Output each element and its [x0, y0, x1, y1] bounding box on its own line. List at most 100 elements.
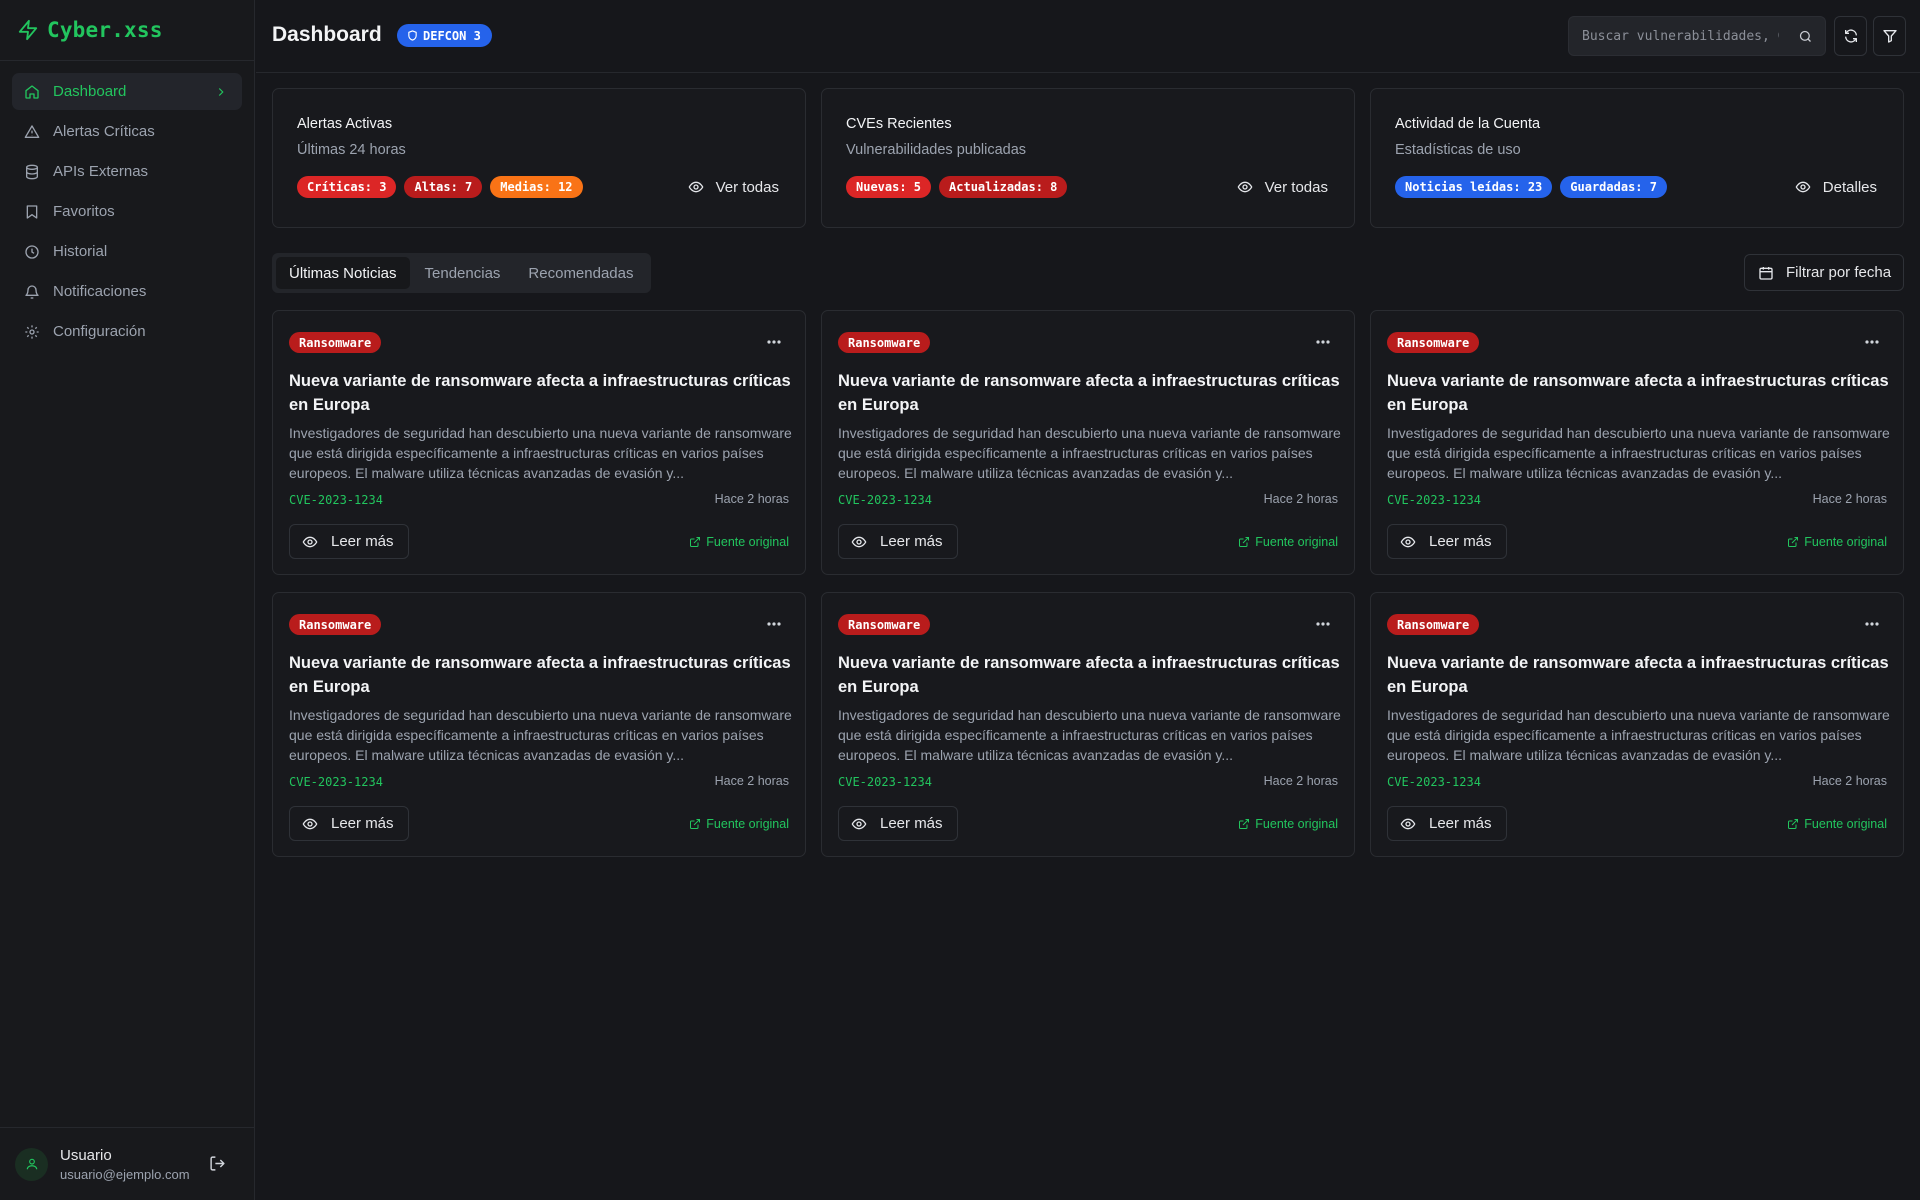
source-link[interactable]: Fuente original — [689, 817, 789, 831]
source-link[interactable]: Fuente original — [1238, 535, 1338, 549]
more-options-icon[interactable] — [1316, 340, 1330, 344]
news-card: Ransomware Nueva variante de ransomware … — [821, 592, 1355, 857]
search-box — [1568, 16, 1826, 56]
eye-icon — [688, 179, 704, 195]
user-info: Usuario usuario@ejemplo.com — [60, 1147, 190, 1182]
sidebar-item-label: Notificaciones — [53, 283, 147, 300]
ver-todas-button[interactable]: Ver todas — [688, 175, 779, 199]
lightning-icon — [17, 19, 39, 41]
brand[interactable]: Cyber.xss — [0, 0, 254, 61]
bookmark-icon — [24, 204, 40, 220]
tab-tendencias[interactable]: Tendencias — [412, 257, 514, 289]
news-description: Investigadores de seguridad han descubie… — [289, 425, 792, 481]
refresh-icon — [1843, 28, 1859, 44]
eye-icon — [1237, 179, 1253, 195]
category-badge: Ransomware — [1387, 614, 1480, 635]
sidebar-nav: Dashboard Alertas Críticas APIs Externas… — [0, 61, 254, 350]
news-time: Hace 2 horas — [1812, 492, 1887, 506]
bell-icon — [24, 284, 40, 300]
date-filter-button[interactable]: Filtrar por fecha — [1744, 254, 1904, 291]
status-badge: Medias: 12 — [490, 176, 583, 198]
avatar[interactable] — [15, 1147, 48, 1181]
read-more-button[interactable]: Leer más — [838, 806, 958, 841]
external-link-icon — [1787, 818, 1799, 830]
news-card: Ransomware Nueva variante de ransomware … — [272, 310, 806, 575]
eye-icon — [302, 816, 318, 832]
news-time: Hace 2 horas — [1263, 774, 1338, 788]
search-input[interactable] — [1569, 28, 1779, 44]
read-more-label: Leer más — [1429, 815, 1492, 832]
news-description: Investigadores de seguridad han descubie… — [1387, 707, 1890, 763]
source-label: Fuente original — [1255, 535, 1338, 549]
tab-ultimas-noticias[interactable]: Últimas Noticias — [276, 257, 410, 289]
cve-id: CVE-2023-1234 — [289, 775, 383, 789]
action-label: Ver todas — [1264, 178, 1328, 196]
database-icon — [24, 164, 40, 180]
stat-subtitle: Últimas 24 horas — [297, 142, 406, 158]
source-link[interactable]: Fuente original — [1787, 817, 1887, 831]
more-options-icon[interactable] — [767, 340, 781, 344]
stat-subtitle: Vulnerabilidades publicadas — [846, 142, 1027, 158]
alert-triangle-icon — [24, 124, 40, 140]
top-header: Dashboard DEFCON 3 — [256, 0, 1920, 73]
source-link[interactable]: Fuente original — [1238, 817, 1338, 831]
sidebar-item-favoritos[interactable]: Favoritos — [12, 193, 242, 230]
more-options-icon[interactable] — [767, 622, 781, 626]
category-badge: Ransomware — [838, 332, 931, 353]
sidebar-item-alertas-criticas[interactable]: Alertas Críticas — [12, 113, 242, 150]
more-options-icon[interactable] — [1316, 622, 1330, 626]
source-label: Fuente original — [706, 535, 789, 549]
eye-icon — [1400, 816, 1416, 832]
stat-badges: Críticas: 3 Altas: 7 Medias: 12 — [297, 176, 583, 198]
stat-title: Alertas Activas — [297, 116, 393, 132]
external-link-icon — [689, 536, 701, 548]
sidebar-item-label: Configuración — [53, 323, 146, 340]
news-title: Nueva variante de ransomware afecta a in… — [838, 372, 1340, 414]
read-more-button[interactable]: Leer más — [289, 524, 409, 559]
stat-badges: Nuevas: 5 Actualizadas: 8 — [846, 176, 1068, 198]
refresh-button[interactable] — [1834, 16, 1867, 56]
stat-badges: Noticias leídas: 23 Guardadas: 7 — [1395, 176, 1667, 198]
logout-icon[interactable] — [209, 1155, 226, 1172]
external-link-icon — [1238, 536, 1250, 548]
read-more-label: Leer más — [331, 815, 394, 832]
detalles-button[interactable]: Detalles — [1795, 175, 1877, 199]
cve-id: CVE-2023-1234 — [838, 775, 932, 789]
news-tabs: Últimas Noticias Tendencias Recomendadas — [272, 253, 651, 293]
more-options-icon[interactable] — [1865, 622, 1879, 626]
read-more-button[interactable]: Leer más — [838, 524, 958, 559]
news-time: Hace 2 horas — [714, 492, 789, 506]
eye-icon — [1795, 179, 1811, 195]
cve-id: CVE-2023-1234 — [1387, 493, 1481, 507]
filter-button[interactable] — [1873, 16, 1906, 56]
source-label: Fuente original — [1255, 817, 1338, 831]
tab-recomendadas[interactable]: Recomendadas — [515, 257, 646, 289]
sidebar-item-configuracion[interactable]: Configuración — [12, 313, 242, 350]
eye-icon — [1400, 534, 1416, 550]
home-icon — [24, 84, 40, 100]
sidebar-item-dashboard[interactable]: Dashboard — [12, 73, 242, 110]
sidebar-item-notificaciones[interactable]: Notificaciones — [12, 273, 242, 310]
source-link[interactable]: Fuente original — [689, 535, 789, 549]
search-icon[interactable] — [1798, 29, 1813, 44]
news-card: Ransomware Nueva variante de ransomware … — [272, 592, 806, 857]
sidebar-item-historial[interactable]: Historial — [12, 233, 242, 270]
read-more-button[interactable]: Leer más — [289, 806, 409, 841]
eye-icon — [851, 816, 867, 832]
news-card: Ransomware Nueva variante de ransomware … — [821, 310, 1355, 575]
status-badge: Críticas: 3 — [297, 176, 397, 198]
ver-todas-button[interactable]: Ver todas — [1237, 175, 1328, 199]
more-options-icon[interactable] — [1865, 340, 1879, 344]
cve-id: CVE-2023-1234 — [289, 493, 383, 507]
news-title: Nueva variante de ransomware afecta a in… — [838, 654, 1340, 696]
sidebar-item-label: Historial — [53, 243, 108, 260]
stat-card-actividad: Actividad de la Cuenta Estadísticas de u… — [1370, 88, 1904, 228]
read-more-button[interactable]: Leer más — [1387, 524, 1507, 559]
category-badge: Ransomware — [289, 614, 382, 635]
external-link-icon — [1238, 818, 1250, 830]
brand-name: Cyber.xss — [47, 18, 163, 42]
read-more-button[interactable]: Leer más — [1387, 806, 1507, 841]
sidebar: Cyber.xss Dashboard Alertas Críticas API… — [0, 0, 255, 1200]
sidebar-item-apis-externas[interactable]: APIs Externas — [12, 153, 242, 190]
source-link[interactable]: Fuente original — [1787, 535, 1887, 549]
